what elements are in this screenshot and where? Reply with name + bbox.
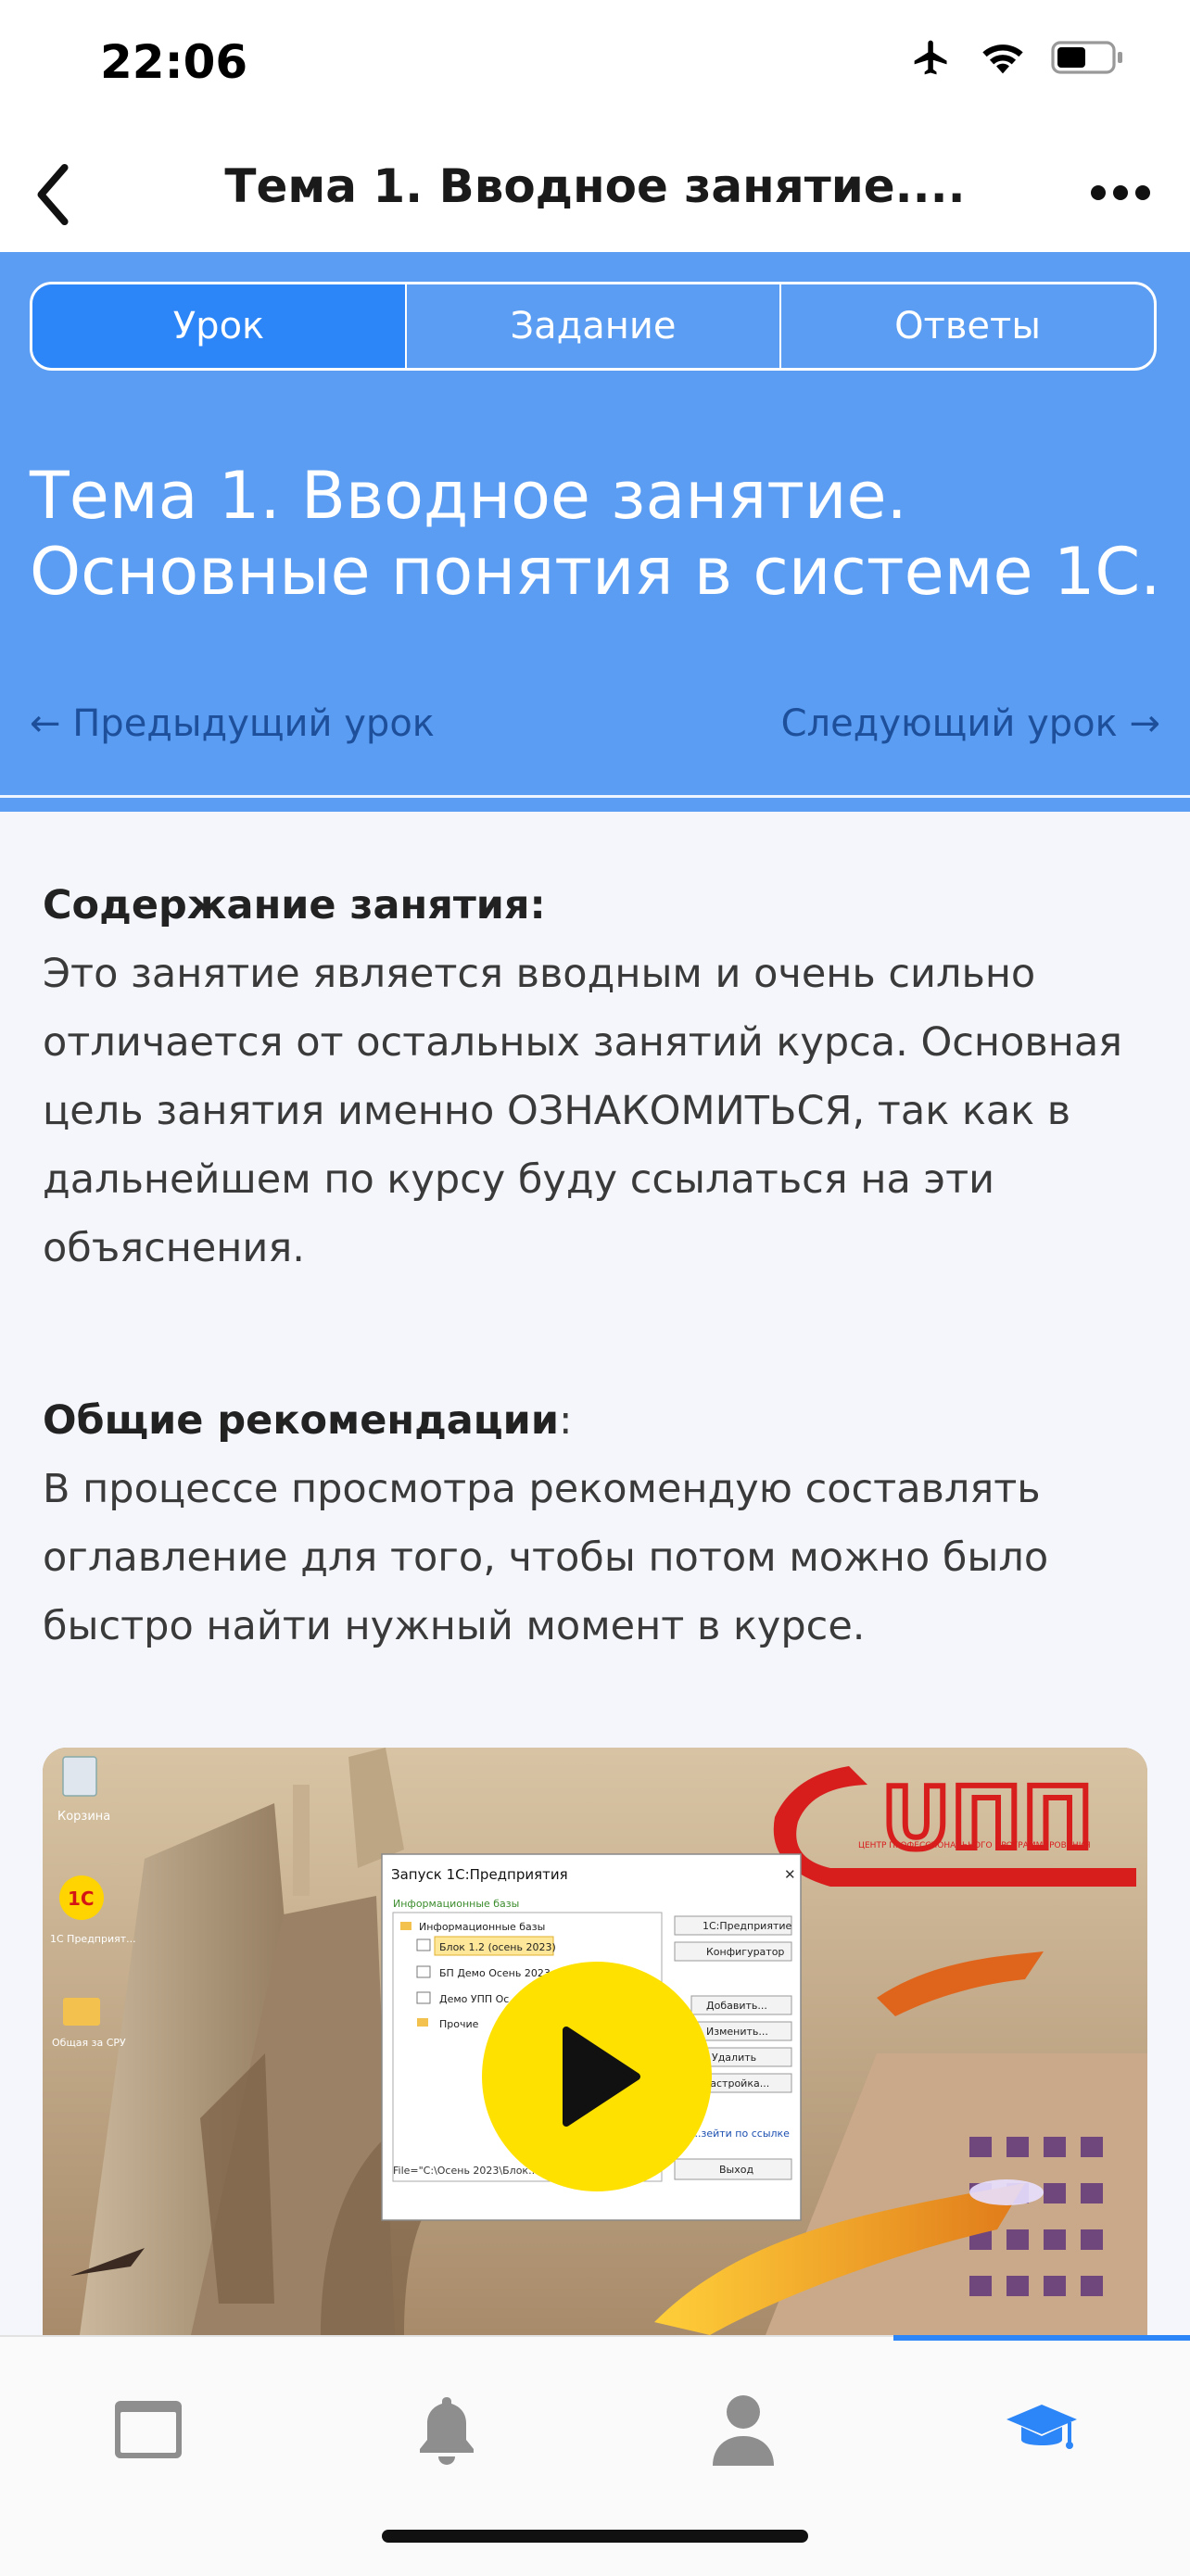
- status-icons: [908, 37, 1125, 78]
- section-recommendations: Общие рекомендации: В процессе просмотра…: [43, 1386, 1136, 1661]
- home-indicator: [382, 2530, 808, 2543]
- lesson-title: Тема 1. Вводное занятие. Основные поняти…: [30, 458, 1161, 610]
- more-button[interactable]: [1079, 165, 1162, 221]
- section-heading: Содержание занятия:: [43, 882, 546, 928]
- status-time: 22:06: [100, 35, 248, 89]
- video-player[interactable]: UПП ЦЕНТР ПРОФЕССИОНАЛЬНОГО ПРОГРАММИРОВ…: [43, 1748, 1147, 2335]
- logo-subtitle: ЦЕНТР ПРОФЕССИОНАЛЬНОГО ПРОГРАММИРОВАНИЯ: [858, 1841, 1091, 1850]
- back-button[interactable]: [17, 158, 91, 232]
- lesson-header: Урок Задание Ответы Тема 1. Вводное заня…: [0, 252, 1190, 812]
- tab-profile[interactable]: [688, 2374, 799, 2485]
- dialog-button: Изменить...: [706, 2026, 768, 2038]
- section-text: В процессе просмотра рекомендую составля…: [43, 1466, 1049, 1649]
- section-text: Это занятие является вводным и очень сил…: [43, 951, 1123, 1271]
- segmented-control: Урок Задание Ответы: [30, 282, 1157, 371]
- dialog-tree-root: Информационные базы: [419, 1921, 545, 1933]
- dialog-button: 1С:Предприятие: [703, 1920, 792, 1932]
- tab-notifications[interactable]: [391, 2374, 502, 2485]
- dialog-button: Выход: [719, 2164, 753, 2176]
- airplane-icon: [914, 40, 947, 75]
- lesson-content: Содержание занятия: Это занятие является…: [43, 871, 1136, 1661]
- chevron-left-icon: [37, 163, 69, 226]
- dialog-section: Информационные базы: [393, 1898, 519, 1910]
- section-content: Содержание занятия: Это занятие является…: [43, 871, 1136, 1282]
- tab-lesson[interactable]: Урок: [32, 284, 405, 368]
- dialog-button: Конфигуратор: [706, 1946, 784, 1958]
- bell-icon: [420, 2397, 474, 2465]
- desktop-icon-label: Корзина: [57, 1810, 110, 1824]
- svg-text:✕: ✕: [784, 1866, 796, 1883]
- heading-colon: :: [558, 1397, 573, 1444]
- status-bar: 22:06: [0, 0, 1190, 130]
- tab-answers[interactable]: Ответы: [779, 284, 1154, 368]
- dialog-button: Удалить: [712, 2052, 756, 2064]
- next-lesson-link[interactable]: Следующий урок →: [781, 702, 1160, 745]
- tab-assignment[interactable]: Задание: [405, 284, 779, 368]
- dialog-item: Прочие: [439, 2018, 479, 2030]
- desktop-icon-label: 1С Предприят...: [50, 1933, 136, 1945]
- battery-icon: [1051, 41, 1122, 74]
- dialog-path: File="C:\Осень 2023\Блок...: [393, 2165, 538, 2177]
- person-icon: [713, 2395, 774, 2466]
- more-dot: [1091, 185, 1106, 200]
- svg-text:1С: 1С: [68, 1888, 95, 1910]
- tab-indicator: [893, 2335, 1190, 2341]
- dialog-item: БП Демо Осень 2023: [439, 1967, 551, 1979]
- play-icon: [563, 2027, 640, 2127]
- desktop-icon-label: Общая за СРУ: [52, 2037, 126, 2049]
- dialog-button: Настройка...: [703, 2077, 769, 2090]
- more-dot: [1113, 185, 1128, 200]
- header-bottom-strip: [0, 798, 1190, 812]
- play-button[interactable]: [482, 1962, 712, 2191]
- dialog-button: Добавить...: [706, 2000, 767, 2012]
- previous-lesson-link[interactable]: ← Предыдущий урок: [30, 702, 435, 745]
- nav-bar: Тема 1. Вводное занятие....: [0, 130, 1190, 252]
- dialog-item: Блок 1.2 (осень 2023): [439, 1941, 556, 1953]
- more-dot: [1135, 185, 1150, 200]
- tab-feed[interactable]: [93, 2374, 204, 2485]
- tab-courses[interactable]: [986, 2374, 1097, 2485]
- logo-text: UПП: [881, 1769, 1094, 1868]
- dialog-link: ...зейти по ссылке: [691, 2128, 790, 2140]
- wifi-icon: [982, 44, 1023, 74]
- window-icon: [115, 2401, 182, 2458]
- page-title: Тема 1. Вводное занятие....: [224, 159, 966, 213]
- dialog-title: Запуск 1С:Предприятия: [391, 1866, 568, 1883]
- section-heading: Общие рекомендации: [43, 1397, 559, 1444]
- graduation-cap-icon: [1006, 2405, 1077, 2449]
